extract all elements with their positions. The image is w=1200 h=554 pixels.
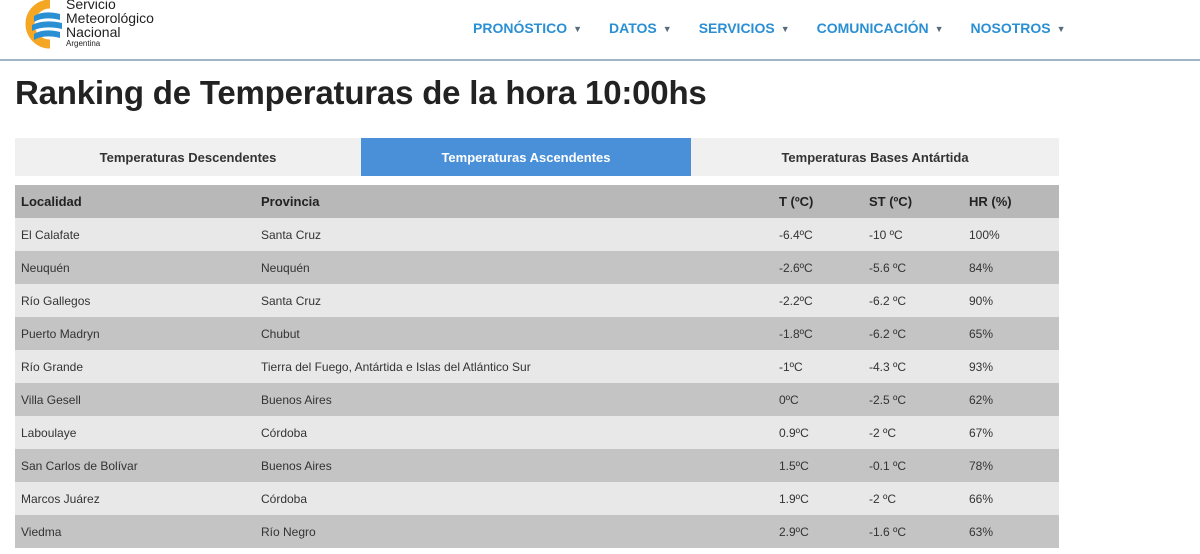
cell-temperatura: 0.9ºC: [773, 416, 863, 449]
cell-humedad: 63%: [963, 515, 1059, 548]
nav-label: COMUNICACIÓN: [816, 20, 929, 36]
cell-temperatura: 2.9ºC: [773, 515, 863, 548]
cell-sensacion-termica: -6.2 ºC: [863, 284, 963, 317]
cell-temperatura: 1.5ºC: [773, 449, 863, 482]
cell-humedad: 90%: [963, 284, 1059, 317]
logo-line-2: Meteorológico: [66, 10, 154, 26]
cell-sensacion-termica: -1.6 ºC: [863, 515, 963, 548]
cell-provincia: Santa Cruz: [255, 284, 773, 317]
cell-temperatura: -2.2ºC: [773, 284, 863, 317]
cell-provincia: Santa Cruz: [255, 218, 773, 251]
cell-localidad: Marcos Juárez: [15, 482, 255, 515]
cell-humedad: 100%: [963, 218, 1059, 251]
cell-localidad: Puerto Madryn: [15, 317, 255, 350]
cell-localidad: San Carlos de Bolívar: [15, 449, 255, 482]
table-row: Villa Gesell Buenos Aires 0ºC -2.5 ºC 62%: [15, 383, 1059, 416]
tab-temperaturas-descendentes[interactable]: Temperaturas Descendentes: [15, 138, 361, 176]
nav-pronostico[interactable]: PRONÓSTICO ▼: [473, 20, 582, 36]
cell-sensacion-termica: -2 ºC: [863, 416, 963, 449]
ranking-tabs: Temperaturas Descendentes Temperaturas A…: [15, 138, 1059, 176]
table-row: Río Gallegos Santa Cruz -2.2ºC -6.2 ºC 90%: [15, 284, 1059, 317]
smn-logo-icon: [25, 0, 62, 49]
cell-localidad: Río Gallegos: [15, 284, 255, 317]
nav-comunicacion[interactable]: COMUNICACIÓN ▼: [817, 20, 944, 36]
page-title: Ranking de Temperaturas de la hora 10:00…: [15, 74, 707, 111]
cell-localidad: Laboulaye: [15, 416, 255, 449]
cell-provincia: Neuquén: [255, 251, 773, 284]
nav-label: NOSOTROS: [970, 20, 1051, 36]
cell-temperatura: 1.9ºC: [773, 482, 863, 515]
nav-servicios[interactable]: SERVICIOS ▼: [699, 20, 790, 36]
cell-provincia: Córdoba: [255, 416, 773, 449]
chevron-down-icon: ▼: [1056, 24, 1066, 34]
cell-provincia: Tierra del Fuego, Antártida e Islas del …: [255, 350, 773, 383]
nav-datos[interactable]: DATOS ▼: [609, 20, 672, 36]
cell-sensacion-termica: -2.5 ºC: [863, 383, 963, 416]
table-row: Laboulaye Córdoba 0.9ºC -2 ºC 67%: [15, 416, 1059, 449]
cell-localidad: Neuquén: [15, 251, 255, 284]
cell-sensacion-termica: -10 ºC: [863, 218, 963, 251]
cell-temperatura: -1ºC: [773, 350, 863, 383]
table-body: El Calafate Santa Cruz -6.4ºC -10 ºC 100% Neu…: [15, 218, 1059, 548]
table-row: Viedma Río Negro 2.9ºC -1.6 ºC 63%: [15, 515, 1059, 548]
cell-provincia: Buenos Aires: [255, 449, 773, 482]
table-row: Neuquén Neuquén -2.6ºC -5.6 ºC 84%: [15, 251, 1059, 284]
cell-temperatura: 0ºC: [773, 383, 863, 416]
cell-sensacion-termica: -0.1 ºC: [863, 449, 963, 482]
cell-localidad: Viedma: [15, 515, 255, 548]
table-row: Puerto Madryn Chubut -1.8ºC -6.2 ºC 65%: [15, 317, 1059, 350]
table-row: Río Grande Tierra del Fuego, Antártida e …: [15, 350, 1059, 383]
cell-humedad: 65%: [963, 317, 1059, 350]
nav-nosotros[interactable]: NOSOTROS ▼: [971, 20, 1066, 36]
chevron-down-icon: ▼: [934, 24, 944, 34]
cell-provincia: Río Negro: [255, 515, 773, 548]
column-header-localidad[interactable]: Localidad: [15, 185, 255, 218]
tab-temperaturas-ascendentes[interactable]: Temperaturas Ascendentes: [361, 138, 691, 176]
cell-temperatura: -2.6ºC: [773, 251, 863, 284]
logo-line-4: Argentina: [66, 39, 101, 48]
nav-label: SERVICIOS: [698, 20, 775, 36]
nav-label: PRONÓSTICO: [473, 20, 568, 36]
cell-temperatura: -6.4ºC: [773, 218, 863, 251]
chevron-down-icon: ▼: [662, 24, 672, 34]
cell-sensacion-termica: -5.6 ºC: [863, 251, 963, 284]
cell-sensacion-termica: -6.2 ºC: [863, 317, 963, 350]
cell-localidad: El Calafate: [15, 218, 255, 251]
cell-humedad: 93%: [963, 350, 1059, 383]
table-header-row: Localidad Provincia T (ºC) ST (ºC) HR (%…: [15, 185, 1059, 218]
cell-localidad: Villa Gesell: [15, 383, 255, 416]
column-header-humedad[interactable]: HR (%): [963, 185, 1059, 218]
cell-humedad: 67%: [963, 416, 1059, 449]
main-nav: PRONÓSTICO ▼ DATOS ▼ SERVICIOS ▼ COMUNICACI…: [473, 20, 1093, 36]
cell-humedad: 78%: [963, 449, 1059, 482]
column-header-sensacion-termica[interactable]: ST (ºC): [863, 185, 963, 218]
chevron-down-icon: ▼: [573, 24, 583, 34]
table-row: Marcos Juárez Córdoba 1.9ºC -2 ºC 66%: [15, 482, 1059, 515]
site-header: Servicio Meteorológico Nacional Argentin…: [0, 0, 1200, 61]
cell-localidad: Río Grande: [15, 350, 255, 383]
chevron-down-icon: ▼: [780, 24, 790, 34]
logo-line-3: Nacional: [66, 24, 121, 40]
cell-humedad: 66%: [963, 482, 1059, 515]
logo-text: Servicio Meteorológico Nacional Argentin…: [66, 0, 154, 48]
cell-humedad: 84%: [963, 251, 1059, 284]
cell-provincia: Chubut: [255, 317, 773, 350]
nav-label: DATOS: [609, 20, 657, 36]
table-row: San Carlos de Bolívar Buenos Aires 1.5ºC -0…: [15, 449, 1059, 482]
cell-temperatura: -1.8ºC: [773, 317, 863, 350]
column-header-temperatura[interactable]: T (ºC): [773, 185, 863, 218]
table-row: El Calafate Santa Cruz -6.4ºC -10 ºC 100%: [15, 218, 1059, 251]
cell-provincia: Buenos Aires: [255, 383, 773, 416]
cell-humedad: 62%: [963, 383, 1059, 416]
cell-sensacion-termica: -4.3 ºC: [863, 350, 963, 383]
cell-sensacion-termica: -2 ºC: [863, 482, 963, 515]
smn-logo[interactable]: Servicio Meteorológico Nacional Argentin…: [20, 0, 170, 58]
column-header-provincia[interactable]: Provincia: [255, 185, 773, 218]
temperature-ranking-table: Localidad Provincia T (ºC) ST (ºC) HR (%…: [15, 185, 1059, 548]
cell-provincia: Córdoba: [255, 482, 773, 515]
tab-temperaturas-bases-antartida[interactable]: Temperaturas Bases Antártida: [691, 138, 1059, 176]
